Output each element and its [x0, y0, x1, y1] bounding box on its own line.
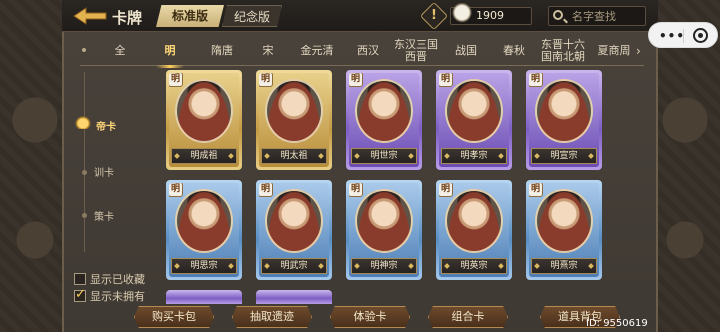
- dynasty-badge: 明: [259, 73, 273, 87]
- card-ming-sizong[interactable]: 明 明思宗: [166, 180, 242, 280]
- card-ming-shenzong[interactable]: 明 明神宗: [346, 180, 422, 280]
- combo-card-button[interactable]: 组合卡: [428, 306, 508, 328]
- card-name: 明英宗: [441, 258, 507, 274]
- filter-show-collected[interactable]: 显示已收藏: [74, 271, 145, 287]
- tab-era-xihan[interactable]: 西汉: [346, 36, 390, 66]
- portrait-image: [265, 79, 323, 143]
- category-dot: [82, 213, 87, 218]
- category-strategy-cards[interactable]: 策卡: [94, 208, 114, 223]
- more-menu-icon[interactable]: •••: [659, 29, 685, 43]
- era-next-arrow-icon[interactable]: ›: [636, 44, 641, 58]
- tab-era-xiashangzhou[interactable]: 夏商周: [592, 36, 636, 66]
- portrait-image: [355, 189, 413, 253]
- search-input[interactable]: [572, 8, 642, 24]
- checkbox[interactable]: [74, 273, 86, 285]
- filter-show-unowned[interactable]: 显示未拥有: [74, 287, 145, 304]
- card-name: 明熹宗: [531, 258, 597, 274]
- card-ming-taizu[interactable]: 明 明太祖: [256, 70, 332, 170]
- currency-value: 1909: [476, 9, 504, 22]
- filter-label: 显示已收藏: [90, 273, 145, 286]
- filter-label: 显示未拥有: [90, 290, 145, 303]
- card-ming-xuanzong[interactable]: 明 明宣宗: [526, 70, 602, 170]
- card-ming-xiaozong[interactable]: 明 明孝宗: [436, 70, 512, 170]
- card-name: 明世宗: [351, 148, 417, 164]
- era-scroll-indicator: [82, 48, 86, 52]
- dynasty-badge: 明: [259, 183, 273, 197]
- category-line: [84, 72, 85, 252]
- mini-program-capsule: •••: [648, 22, 718, 48]
- portrait-image: [535, 189, 593, 253]
- tab-era-song[interactable]: 宋: [248, 36, 288, 66]
- card-ming-wuzong[interactable]: 明 明武宗: [256, 180, 332, 280]
- dynasty-badge: 明: [349, 183, 363, 197]
- card-partial[interactable]: [256, 290, 332, 304]
- dynasty-badge: 明: [529, 183, 543, 197]
- card-ming-xizong[interactable]: 明 明熹宗: [526, 180, 602, 280]
- left-ornament-background: [0, 0, 70, 332]
- dynasty-badge: 明: [169, 183, 183, 197]
- dynasty-badge: 明: [439, 183, 453, 197]
- dynasty-badge: 明: [529, 73, 543, 87]
- tab-memorial-version[interactable]: 纪念版: [222, 5, 282, 27]
- tab-era-donghan-sanguo-xijin[interactable]: 东汉三国西晋: [392, 36, 440, 66]
- card-name: 明武宗: [261, 258, 327, 274]
- portrait-image: [445, 189, 503, 253]
- draw-relic-button[interactable]: 抽取遗迹: [232, 306, 312, 328]
- dynasty-badge: 明: [169, 73, 183, 87]
- portrait-image: [445, 79, 503, 143]
- card-name: 明思宗: [171, 258, 237, 274]
- trial-card-button[interactable]: 体验卡: [330, 306, 410, 328]
- tab-era-dongjin-nanbeichao[interactable]: 东晋十六国南北朝: [538, 36, 588, 66]
- tab-standard-version[interactable]: 标准版: [156, 5, 224, 27]
- tab-era-all[interactable]: 全: [100, 36, 140, 66]
- dynasty-badge: 明: [439, 73, 453, 87]
- capsule-divider: [683, 29, 684, 43]
- tab-era-chunqiu[interactable]: 春秋: [492, 36, 536, 66]
- tab-era-zhanguo[interactable]: 战国: [444, 36, 488, 66]
- portrait-image: [355, 79, 413, 143]
- back-arrow-icon[interactable]: [72, 6, 108, 26]
- card-name: 明成祖: [171, 148, 237, 164]
- user-id: ID: 9550619: [586, 318, 648, 329]
- category-emperor-cards[interactable]: 帝卡: [96, 118, 116, 133]
- eagle-currency-icon: [452, 3, 472, 27]
- right-ornament-background: [650, 0, 720, 332]
- category-training-cards[interactable]: 训卡: [94, 164, 114, 179]
- card-name: 明太祖: [261, 148, 327, 164]
- search-icon: [553, 10, 563, 20]
- card-ming-yingzong[interactable]: 明 明英宗: [436, 180, 512, 280]
- tab-era-suitang[interactable]: 隋唐: [200, 36, 244, 66]
- card-name: 明宣宗: [531, 148, 597, 164]
- card-name: 明神宗: [351, 258, 417, 274]
- card-ming-shizong[interactable]: 明 明世宗: [346, 70, 422, 170]
- card-partial[interactable]: [166, 290, 242, 304]
- portrait-image: [175, 189, 233, 253]
- buy-card-pack-button[interactable]: 购买卡包: [134, 306, 214, 328]
- close-target-icon[interactable]: [693, 28, 708, 43]
- category-dot: [82, 170, 87, 175]
- portrait-image: [265, 189, 323, 253]
- era-tab-bar: 全 明 隋唐 宋 金元清 西汉 东汉三国西晋 战国 春秋 东晋十六国南北朝 夏商…: [80, 36, 644, 68]
- tab-era-ming[interactable]: 明: [148, 36, 192, 68]
- portrait-image: [175, 79, 233, 143]
- tab-era-jinyuanqing[interactable]: 金元清: [292, 36, 342, 66]
- page-title: 卡牌: [112, 9, 143, 27]
- card-ming-chengzu[interactable]: 明 明成祖: [166, 70, 242, 170]
- card-name: 明孝宗: [441, 148, 507, 164]
- lotus-active-icon: [74, 115, 92, 129]
- portrait-image: [535, 79, 593, 143]
- checkbox-checked[interactable]: [74, 287, 86, 302]
- dynasty-badge: 明: [349, 73, 363, 87]
